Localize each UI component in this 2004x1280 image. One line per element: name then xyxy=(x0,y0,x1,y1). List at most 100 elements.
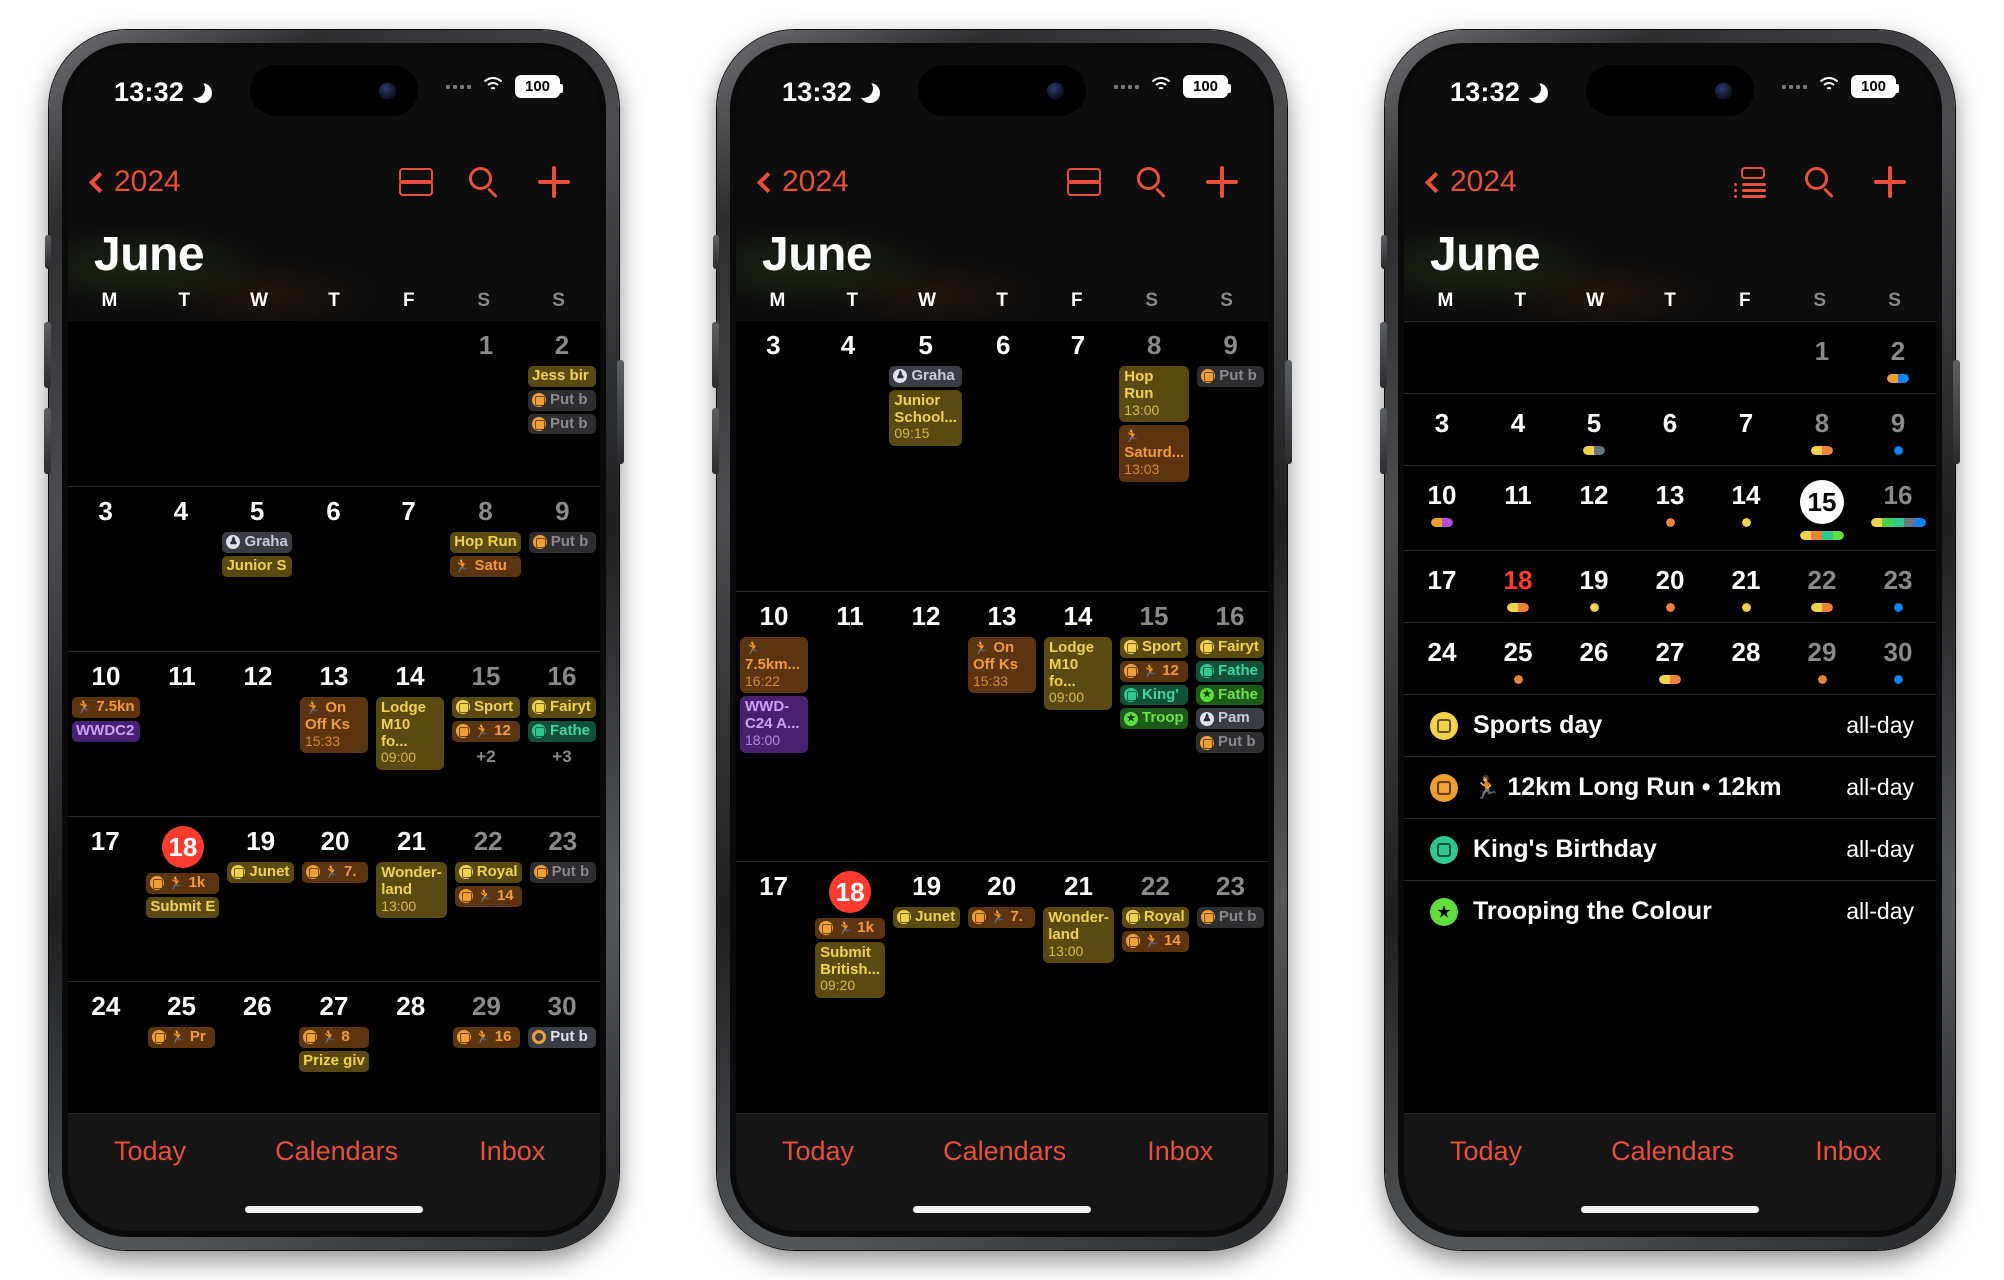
day-cell[interactable]: 22 Royal 🏃 14 xyxy=(1118,862,1193,1131)
volume-down-button[interactable] xyxy=(1380,408,1387,474)
day-cell[interactable]: 26 xyxy=(1556,623,1632,694)
day-cell[interactable]: 3 xyxy=(736,321,811,591)
day-cell[interactable]: 6 xyxy=(296,487,371,651)
day-cell[interactable]: 4 xyxy=(143,487,218,651)
day-cell[interactable]: 3 xyxy=(68,487,143,651)
calendar-event[interactable]: Put b xyxy=(529,862,596,883)
day-cell[interactable]: 18 xyxy=(1480,551,1556,622)
day-cell[interactable]: 18 🏃 1k Submit British... 09:20 xyxy=(811,862,889,1131)
day-cell[interactable]: 19 Junet xyxy=(889,862,964,1131)
day-cell[interactable]: 2 Jess bir Put b Put b xyxy=(524,321,600,486)
calendar-event[interactable]: Wonder-land 13:00 xyxy=(376,862,447,919)
calendar-event[interactable]: 🏃 7.5kn xyxy=(72,697,140,718)
day-cell[interactable]: 9 Put b xyxy=(1193,321,1268,591)
day-cell[interactable]: 16 xyxy=(1860,466,1936,550)
calendar-event[interactable]: Junet xyxy=(227,862,294,883)
calendar-event[interactable]: ★ Fathe xyxy=(1196,684,1264,706)
power-button[interactable] xyxy=(1285,360,1292,464)
day-cell[interactable]: 30 xyxy=(1860,623,1936,694)
calendar-event[interactable]: 🏃 7.5km... 16:22 xyxy=(740,637,808,694)
calendar-event[interactable]: 🏃 12 xyxy=(1120,660,1188,682)
more-events-label[interactable]: +3 xyxy=(526,746,598,767)
calendar-event[interactable]: Fathe xyxy=(528,720,596,742)
agenda-row[interactable]: 🏃 12km Long Run • 12km all-day xyxy=(1404,756,1936,818)
calendar-event[interactable]: 🏃 14 xyxy=(454,885,522,907)
calendar-event[interactable]: 🏃 12 xyxy=(452,720,520,742)
calendar-event[interactable]: Put b xyxy=(1197,366,1264,387)
calendar-event[interactable]: Sport xyxy=(1120,637,1188,658)
agenda-row[interactable]: ★ Trooping the Colour all-day xyxy=(1404,880,1936,942)
day-cell[interactable]: 27 xyxy=(1632,623,1708,694)
day-cell[interactable]: 16 Fairyt Fathe ★ Fathe ♟ Pam Put b xyxy=(1192,592,1268,861)
day-cell[interactable]: 17 xyxy=(736,862,811,1131)
agenda-row[interactable]: King's Birthday all-day xyxy=(1404,818,1936,880)
day-cell[interactable]: 0 xyxy=(296,321,372,486)
day-cell[interactable]: 12 xyxy=(1556,466,1632,550)
back-to-year-button[interactable]: 2024 xyxy=(1424,165,1517,199)
tab-today[interactable]: Today xyxy=(736,1136,917,1167)
plus-icon[interactable] xyxy=(538,166,570,198)
plus-icon[interactable] xyxy=(1874,166,1906,198)
calendar-event[interactable]: Lodge M10 fo... 09:00 xyxy=(1044,637,1112,711)
calendar-event[interactable]: Lodge M10 fo... 09:00 xyxy=(376,697,444,771)
day-cell[interactable]: 4 xyxy=(811,321,886,591)
day-cell[interactable]: 20 🏃 7. xyxy=(298,817,372,981)
volume-up-button[interactable] xyxy=(712,322,719,388)
calendar-event[interactable]: Fairyt xyxy=(1196,637,1264,658)
multi-row-view-icon[interactable] xyxy=(398,166,433,198)
day-cell[interactable]: 4 xyxy=(1480,394,1556,465)
tab-inbox[interactable]: Inbox xyxy=(1760,1136,1936,1167)
day-cell[interactable]: 14 xyxy=(1708,466,1784,550)
day-cell[interactable]: 8 Hop Run 13:00 🏃 Saturd... 13:03 xyxy=(1115,321,1193,591)
day-cell[interactable]: 6 xyxy=(1632,394,1708,465)
day-cell[interactable]: 9 xyxy=(1860,394,1936,465)
day-cell[interactable]: 12 xyxy=(220,652,296,816)
calendar-event[interactable]: Sport xyxy=(452,697,520,718)
day-cell[interactable]: 22 xyxy=(1784,551,1860,622)
calendar-event[interactable]: Put b xyxy=(1196,732,1264,753)
agenda-row[interactable]: Sports day all-day xyxy=(1404,694,1936,756)
calendar-event[interactable]: 🏃 8 xyxy=(299,1027,369,1048)
tab-today[interactable]: Today xyxy=(1404,1136,1585,1167)
tab-calendars[interactable]: Calendars xyxy=(917,1136,1093,1167)
day-cell[interactable]: 10 🏃 7.5kn WWDC2 xyxy=(68,652,144,816)
back-to-year-button[interactable]: 2024 xyxy=(756,165,849,199)
tab-today[interactable]: Today xyxy=(68,1136,249,1167)
day-cell[interactable]: 15 xyxy=(1784,466,1860,550)
day-cell[interactable]: 0 xyxy=(1404,322,1480,393)
day-cell[interactable]: 12 xyxy=(888,592,964,861)
volume-down-button[interactable] xyxy=(44,408,51,474)
day-cell[interactable]: 16 Fairyt Fathe +3 xyxy=(524,652,600,816)
tab-calendars[interactable]: Calendars xyxy=(1585,1136,1761,1167)
day-cell[interactable]: 13 🏃 On Off Ks 15:33 xyxy=(964,592,1040,861)
day-cell[interactable]: 20 xyxy=(1632,551,1708,622)
calendar-event[interactable]: 🏃 14 xyxy=(1121,930,1189,952)
day-cell[interactable]: 15 Sport 🏃 12 +2 xyxy=(448,652,524,816)
day-cell[interactable]: 5 ♟ Graha Junior S xyxy=(218,487,295,651)
day-cell[interactable]: 3 xyxy=(1404,394,1480,465)
silent-switch[interactable] xyxy=(45,235,51,269)
agenda-list[interactable]: Sports day all-day 🏃 12km Long Run • 12km a… xyxy=(1404,694,1936,942)
calendar-event[interactable]: 🏃 Pr xyxy=(147,1027,216,1048)
day-cell[interactable]: 9 Put b xyxy=(525,487,600,651)
day-cell[interactable]: 7 xyxy=(1708,394,1784,465)
silent-switch[interactable] xyxy=(713,235,719,269)
calendar-event[interactable]: 🏃 7. xyxy=(301,862,369,883)
day-cell[interactable]: 13 🏃 On Off Ks 15:33 xyxy=(296,652,372,816)
day-cell[interactable]: 10 🏃 7.5km... 16:22 WWD-C24 A... 18:00 xyxy=(736,592,812,861)
day-cell[interactable]: 5 ♟ Graha Junior School... 09:15 xyxy=(885,321,966,591)
day-cell[interactable]: 1 xyxy=(448,321,524,486)
home-indicator[interactable] xyxy=(245,1206,423,1213)
day-cell[interactable]: 0 xyxy=(372,321,448,486)
calendar-event[interactable]: 🏃 On Off Ks 15:33 xyxy=(968,637,1036,694)
calendar-event[interactable]: Put b xyxy=(528,1027,596,1048)
day-cell[interactable]: 21 Wonder-land 13:00 xyxy=(1039,862,1118,1131)
day-cell[interactable]: 10 xyxy=(1404,466,1480,550)
calendar-event[interactable]: Put b xyxy=(528,389,596,411)
day-cell[interactable]: 25 xyxy=(1480,623,1556,694)
more-events-label[interactable]: +2 xyxy=(450,746,522,767)
calendar-event[interactable]: Hop Run 13:00 xyxy=(1119,366,1190,423)
home-indicator[interactable] xyxy=(1581,1206,1759,1213)
calendar-event[interactable]: ♟ Pam xyxy=(1196,708,1264,730)
day-cell[interactable]: 19 xyxy=(1556,551,1632,622)
